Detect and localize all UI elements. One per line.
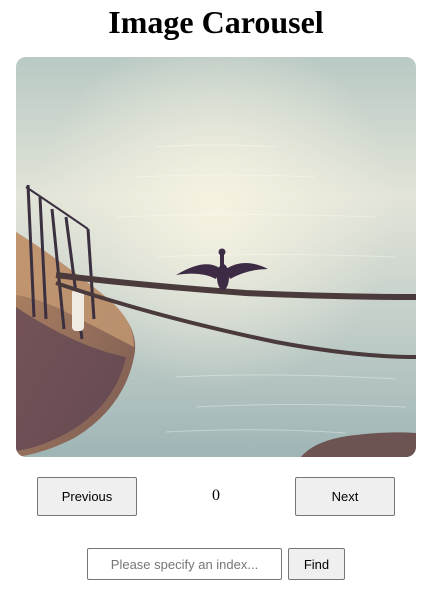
index-search-input[interactable] — [87, 548, 282, 580]
next-button[interactable]: Next — [295, 477, 395, 516]
carousel-image — [16, 57, 416, 457]
previous-button[interactable]: Previous — [37, 477, 137, 516]
find-button[interactable]: Find — [288, 548, 345, 580]
current-index-display: 0 — [212, 487, 220, 504]
page-title: Image Carousel — [108, 4, 324, 40]
